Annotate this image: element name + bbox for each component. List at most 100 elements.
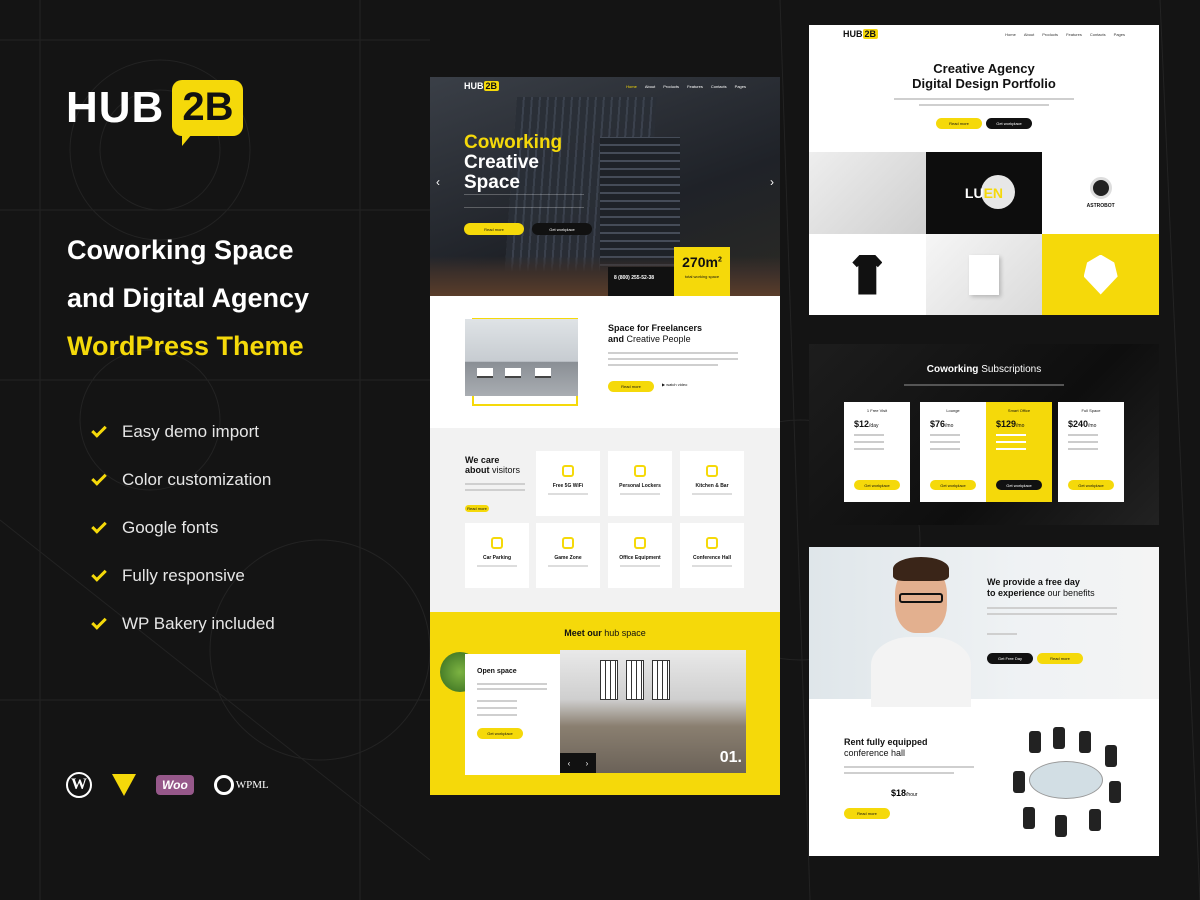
amenity-card[interactable]: Kitchen & Bar	[680, 451, 744, 516]
get-workplace-button[interactable]: Get workplace	[996, 480, 1042, 490]
nav-item[interactable]: Contacts	[711, 84, 727, 89]
hero-text	[464, 194, 584, 208]
nav-item[interactable]: Features	[687, 84, 703, 89]
amenity-card[interactable]: Conference Hall	[680, 523, 744, 588]
demo-logo: HUB 2B	[464, 81, 500, 91]
read-more-button[interactable]: Read more	[608, 381, 654, 392]
read-more-button[interactable]: Read more	[464, 223, 524, 235]
check-icon	[91, 422, 107, 438]
pricing-card: Lounge $76/mo Get workplace	[920, 402, 986, 502]
conference-table-image	[1009, 727, 1121, 841]
hero-title: Coworking Creative Space	[464, 132, 563, 193]
logo-2b-text: 2B	[182, 85, 234, 129]
amenity-card[interactable]: Office Equipment	[608, 523, 672, 588]
demo-logo: HUB 2B	[843, 29, 879, 39]
portfolio-tile[interactable]	[925, 234, 1043, 315]
wordpress-icon: W	[66, 772, 92, 798]
nav-item[interactable]: Products	[663, 84, 679, 89]
get-workplace-button[interactable]: Get workplace	[1068, 480, 1114, 490]
phone-number: 8 (800) 255-52-38	[608, 267, 674, 296]
arrow-left-icon[interactable]: ‹	[568, 759, 571, 768]
get-workplace-button[interactable]: Get workplace	[477, 728, 523, 739]
arrow-right-icon[interactable]: ›	[586, 759, 589, 768]
nav-item[interactable]: About	[645, 84, 655, 89]
amenity-card[interactable]: Car Parking	[465, 523, 529, 588]
nav-item[interactable]: About	[1024, 32, 1034, 37]
read-more-button[interactable]: Read more	[465, 505, 489, 512]
logo-2b-badge: 2B	[172, 80, 244, 146]
chevron-left-icon[interactable]: ‹	[436, 175, 440, 189]
nav-item[interactable]: Home	[1005, 32, 1016, 37]
subscriptions-title: Coworking Subscriptions	[926, 364, 1042, 375]
feature-label: WP Bakery included	[122, 614, 275, 633]
pricing-card: 1 Free Visit $12/day Get workplace	[844, 402, 910, 502]
gamepad-icon	[562, 537, 574, 549]
check-icon	[91, 566, 107, 582]
main-demo-preview: HUB 2B Home About Products Features Conta…	[430, 77, 780, 795]
feature-list: Easy demo import Color customization Goo…	[91, 408, 275, 648]
wpml-label: WPML	[235, 779, 269, 791]
nav-item[interactable]: Home	[626, 84, 637, 89]
get-free-day-button[interactable]: Get Free Day	[987, 653, 1033, 664]
office-photo	[465, 319, 578, 396]
nav-item[interactable]: Pages	[1114, 32, 1125, 37]
promo-banner: HUB 2B Coworking Space and Digital Agenc…	[0, 0, 1200, 900]
hub-space-section: Meet our hub space Open space Get workpl…	[430, 612, 780, 795]
slide-number: 01.	[719, 749, 742, 766]
headline-line-1: Coworking Space	[67, 235, 294, 265]
portfolio-tile[interactable]: ASTROBOT	[1042, 152, 1159, 234]
read-more-button[interactable]: Read more	[936, 118, 982, 129]
get-workplace-button[interactable]: Get workplace	[930, 480, 976, 490]
watch-video-link[interactable]: ▶ watch video	[662, 382, 687, 387]
portfolio-grid: LU EN ASTROBOT	[809, 152, 1159, 315]
nav-item[interactable]: Products	[1042, 32, 1058, 37]
care-section: We care about visitors Read more Free 5G …	[430, 428, 780, 612]
get-workplace-button[interactable]: Get workplace	[854, 480, 900, 490]
care-title: We care about visitors	[465, 455, 521, 475]
wifi-icon	[562, 465, 574, 477]
free-day-preview: We provide a free day to experience our b…	[809, 547, 1159, 856]
feature-label: Easy demo import	[122, 422, 259, 441]
conference-icon	[706, 537, 718, 549]
portfolio-tile[interactable]	[809, 152, 926, 234]
conference-title: Rent fully equipped conference hall	[844, 737, 928, 758]
portfolio-title: Creative Agency Digital Design Portfolio	[912, 61, 1056, 91]
read-more-button[interactable]: Read more	[1037, 653, 1083, 664]
feature-label: Google fonts	[122, 518, 219, 537]
check-icon	[91, 614, 107, 630]
read-more-button[interactable]: Read more	[844, 808, 890, 819]
parking-icon	[491, 537, 503, 549]
portfolio-tile[interactable]	[809, 234, 926, 315]
portfolio-tile[interactable]	[1042, 234, 1159, 315]
free-day-title: We provide a free day to experience our b…	[987, 577, 1095, 598]
subscriptions-preview: Coworking Subscriptions 1 Free Visit $12…	[809, 344, 1159, 525]
chevron-right-icon[interactable]: ›	[770, 175, 774, 189]
nav-item[interactable]: Features	[1066, 32, 1082, 37]
demo-nav: HUB 2B Home About Products Features Conta…	[809, 25, 1159, 43]
area-badge: 270m2 total working space	[674, 247, 730, 296]
amenity-card[interactable]: Personal Lockers	[608, 451, 672, 516]
locker-icon	[634, 465, 646, 477]
nav-item[interactable]: Contacts	[1090, 32, 1106, 37]
nav-item[interactable]: Pages	[735, 84, 746, 89]
tshirt-icon	[852, 254, 883, 295]
amenity-card[interactable]: Game Zone	[536, 523, 600, 588]
feature-item: Color customization	[91, 456, 275, 504]
get-workplace-button[interactable]: Get workplace	[532, 223, 592, 235]
wpml-icon: WPML	[213, 775, 269, 795]
hub-space-title: Meet our hub space	[564, 628, 646, 638]
get-workplace-button[interactable]: Get workplace	[986, 118, 1032, 129]
person-photo	[871, 553, 971, 707]
slider-arrows[interactable]: ‹ ›	[560, 753, 596, 773]
feature-item: Fully responsive	[91, 552, 275, 600]
printer-icon	[634, 537, 646, 549]
feature-item: Easy demo import	[91, 408, 275, 456]
conference-price: $18/hour	[891, 788, 918, 798]
headline: Coworking Space and Digital Agency WordP…	[67, 226, 309, 370]
amenity-card[interactable]: Free 5G WiFi	[536, 451, 600, 516]
kitchen-icon	[706, 465, 718, 477]
portfolio-tile[interactable]: LU EN	[925, 152, 1043, 234]
free-day-banner	[809, 547, 1159, 699]
logo-hub-text: HUB	[66, 83, 165, 132]
portfolio-demo-preview: HUB 2B Home About Products Features Conta…	[809, 25, 1159, 315]
